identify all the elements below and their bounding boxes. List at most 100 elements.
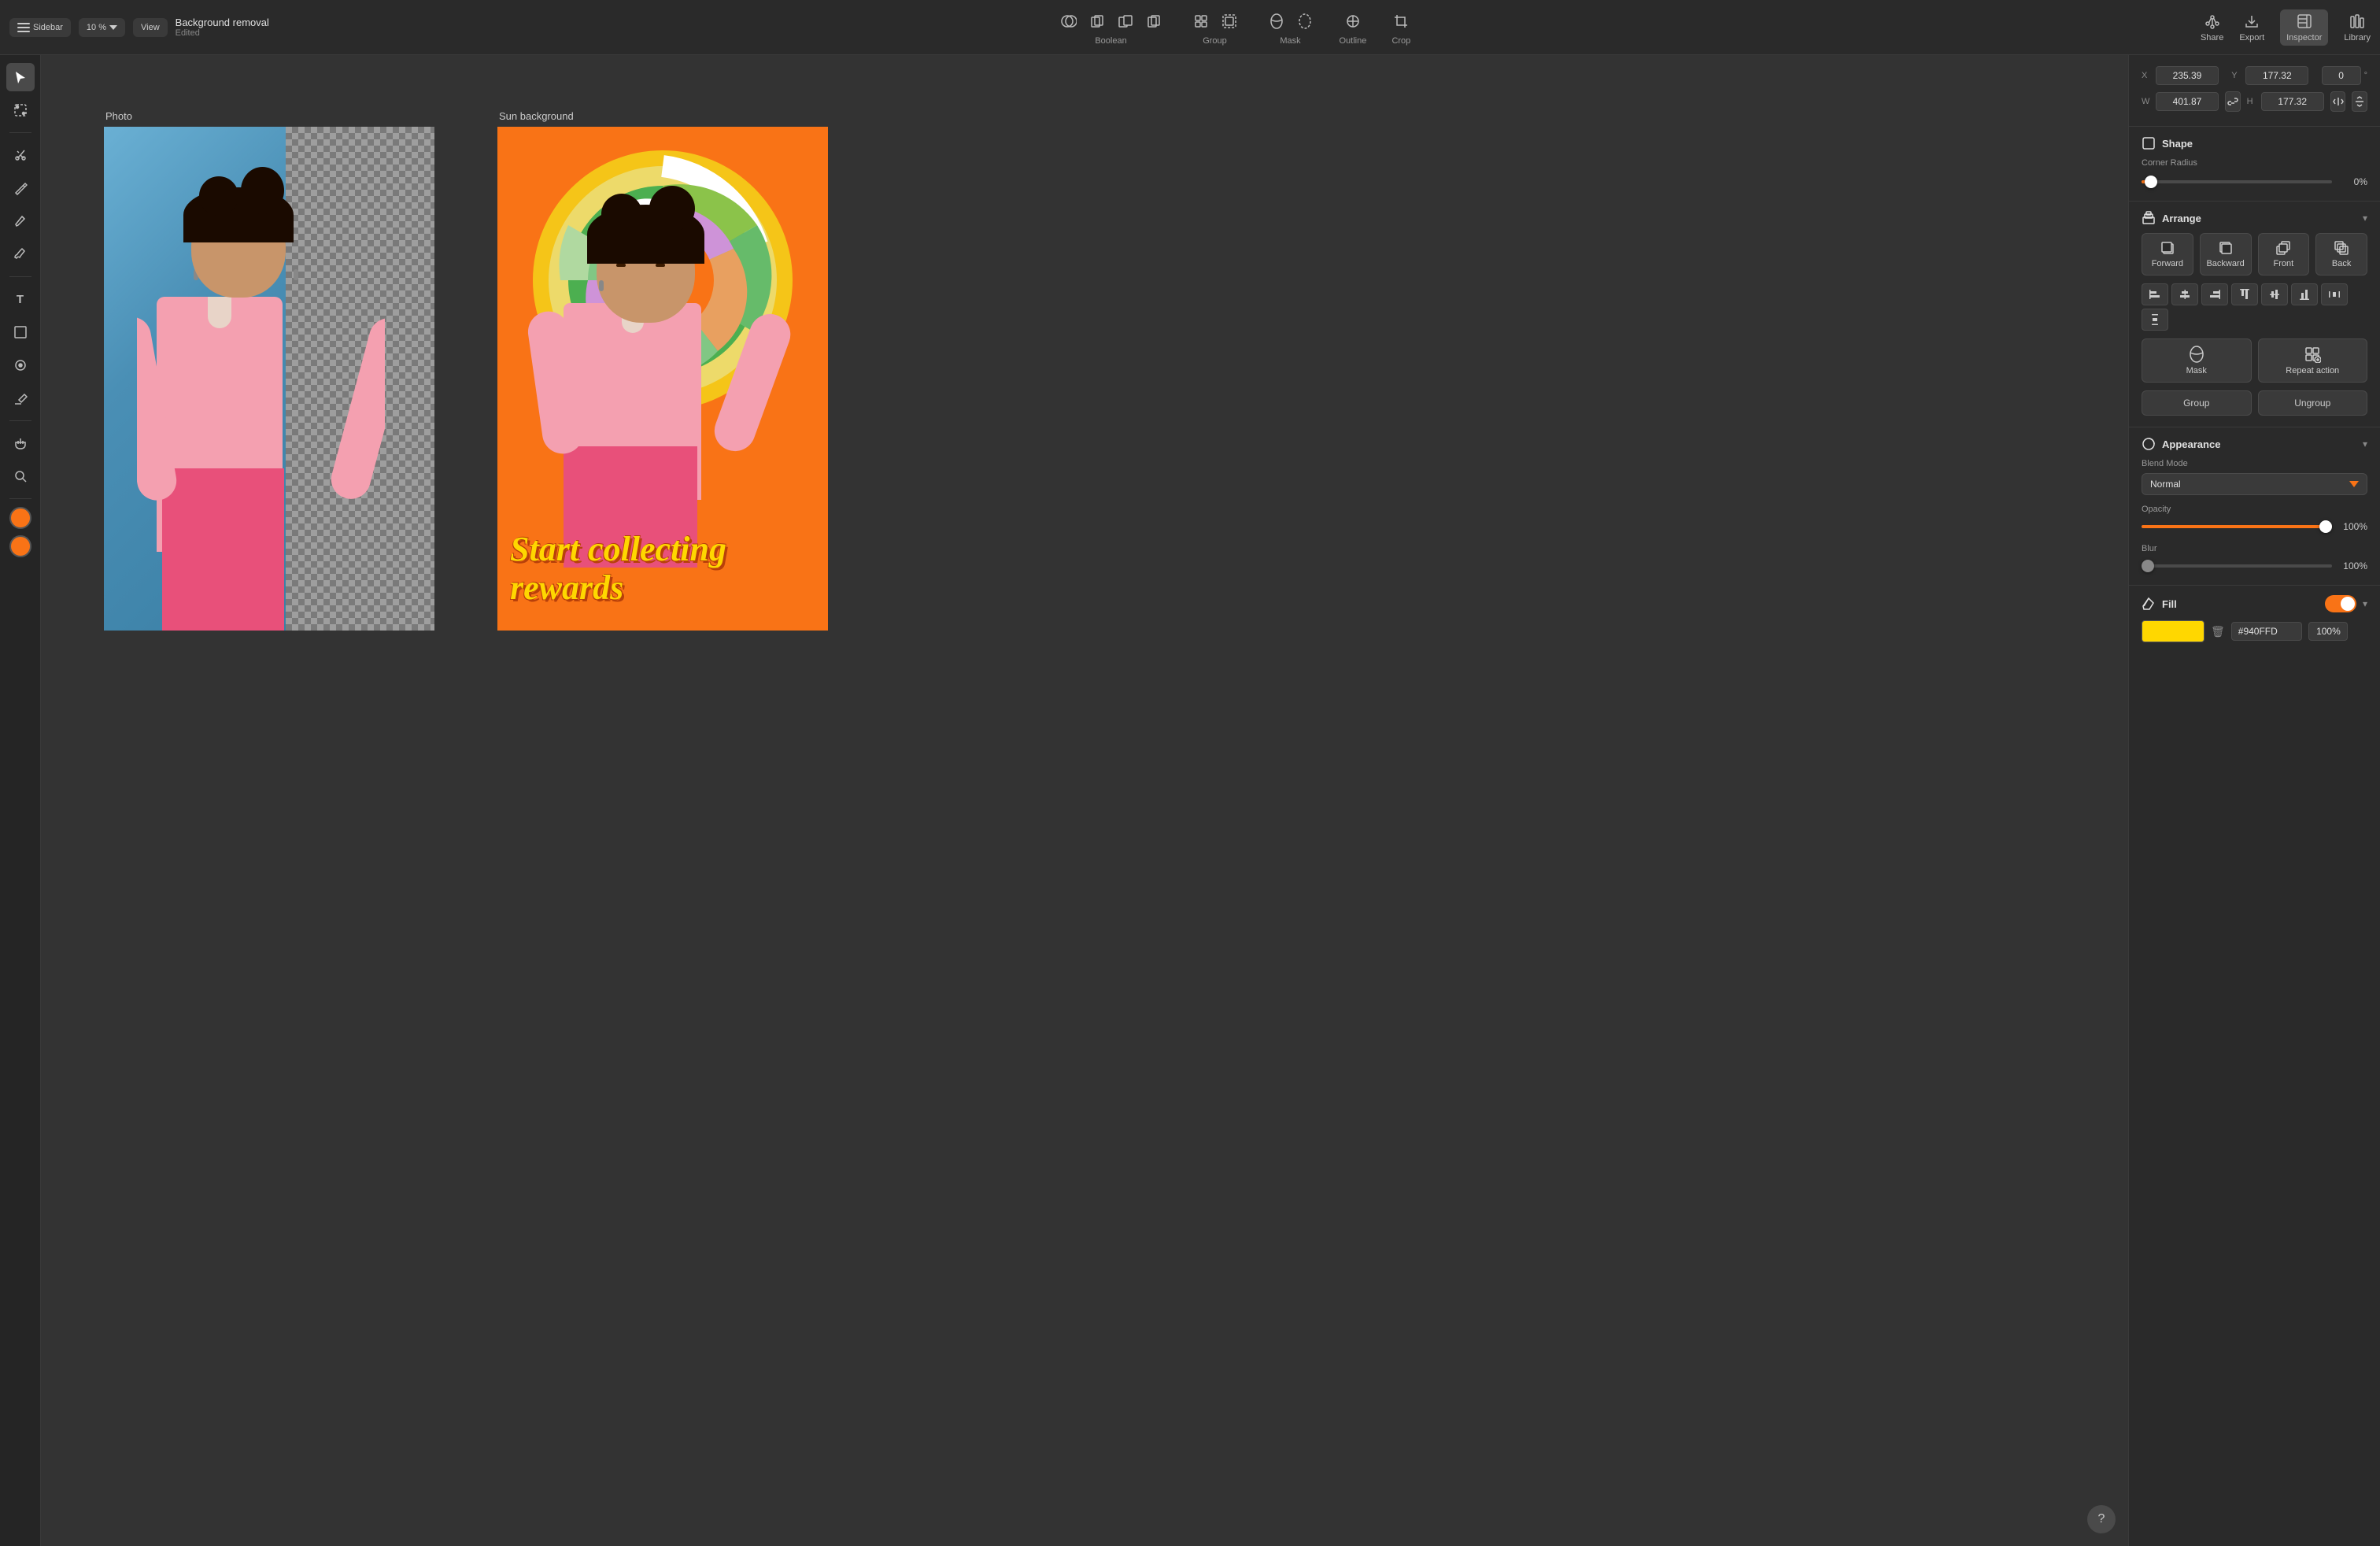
blend-mode-select[interactable]: Normal bbox=[2142, 473, 2367, 495]
back-button[interactable]: Back bbox=[2315, 233, 2367, 276]
group-objects-button[interactable]: Group bbox=[2142, 390, 2252, 416]
blur-slider[interactable] bbox=[2142, 558, 2332, 574]
outline-btn[interactable] bbox=[1340, 9, 1366, 34]
outline-icon bbox=[1345, 13, 1361, 29]
group-btn-1[interactable] bbox=[1188, 9, 1214, 34]
distribute-v-button[interactable] bbox=[2142, 309, 2168, 331]
align-row bbox=[2129, 283, 2380, 331]
text-tool[interactable]: T bbox=[6, 285, 35, 313]
opacity-slider-row: 100% bbox=[2142, 519, 2367, 534]
front-button[interactable]: Front bbox=[2258, 233, 2310, 276]
fill-section: Fill ▾ 🗑 bbox=[2129, 586, 2380, 653]
ungroup-objects-label: Ungroup bbox=[2294, 398, 2330, 409]
flip-h-button[interactable] bbox=[2330, 91, 2346, 112]
shape-header[interactable]: Shape bbox=[2129, 127, 2380, 158]
pencil-icon bbox=[13, 214, 28, 228]
eraser-tool[interactable] bbox=[6, 384, 35, 412]
fill-toggle[interactable] bbox=[2325, 595, 2356, 612]
corner-radius-thumb[interactable] bbox=[2145, 176, 2157, 188]
align-middle-button[interactable] bbox=[2261, 283, 2288, 305]
arrange-section: Arrange ▾ Forward bbox=[2129, 202, 2380, 427]
y-input[interactable] bbox=[2245, 66, 2308, 85]
export-icon bbox=[2243, 13, 2260, 30]
share-button[interactable]: Share bbox=[2201, 13, 2223, 43]
pos-size-section: X Y ° W bbox=[2129, 55, 2380, 127]
main-area: T bbox=[0, 55, 2380, 1546]
group-icons bbox=[1188, 9, 1242, 34]
forward-button[interactable]: Forward bbox=[2142, 233, 2193, 276]
opacity-slider[interactable] bbox=[2142, 519, 2332, 534]
align-right-button[interactable] bbox=[2201, 283, 2228, 305]
group-btn-2[interactable] bbox=[1217, 9, 1242, 34]
fill-delete-button[interactable]: 🗑 bbox=[2211, 625, 2225, 638]
ungroup-icon bbox=[1221, 13, 1237, 29]
align-bottom-button[interactable] bbox=[2291, 283, 2318, 305]
fill-hex-input[interactable] bbox=[2231, 622, 2302, 641]
opacity-fill bbox=[2142, 525, 2332, 528]
brush-tool[interactable] bbox=[6, 240, 35, 268]
pen-tool[interactable] bbox=[6, 174, 35, 202]
library-button[interactable]: Library bbox=[2344, 13, 2371, 43]
align-center-h-button[interactable] bbox=[2171, 283, 2198, 305]
ungroup-objects-button[interactable]: Ungroup bbox=[2258, 390, 2368, 416]
zoom-button[interactable]: 10 % bbox=[79, 18, 125, 37]
cut-tool[interactable] bbox=[6, 141, 35, 169]
boolean-btn-3[interactable] bbox=[1113, 9, 1138, 34]
corner-radius-value: 0% bbox=[2340, 176, 2367, 187]
arrange-header[interactable]: Arrange ▾ bbox=[2129, 202, 2380, 233]
mask-button[interactable]: Mask bbox=[2142, 338, 2252, 383]
fill-color-swatch[interactable] bbox=[2142, 620, 2204, 642]
backward-button[interactable]: Backward bbox=[2200, 233, 2252, 276]
zoom-tool[interactable] bbox=[6, 462, 35, 490]
blur-thumb[interactable] bbox=[2142, 560, 2154, 572]
hand-tool[interactable] bbox=[6, 429, 35, 457]
boolean-btn-1[interactable] bbox=[1056, 9, 1081, 34]
arrange-icon bbox=[2142, 211, 2156, 225]
opacity-thumb[interactable] bbox=[2319, 520, 2332, 533]
flip-v-button[interactable] bbox=[2352, 91, 2367, 112]
rotation-input[interactable] bbox=[2322, 66, 2361, 85]
lasso-select-tool[interactable] bbox=[6, 96, 35, 124]
canvas-content: Photo 0 100 200 300 400 500 600 bbox=[41, 55, 2128, 678]
inspector-button[interactable]: Inspector bbox=[2280, 9, 2328, 46]
align-top-button[interactable] bbox=[2231, 283, 2258, 305]
distribute-h-button[interactable] bbox=[2321, 283, 2348, 305]
pencil-tool[interactable] bbox=[6, 207, 35, 235]
fill-opacity-input[interactable] bbox=[2308, 622, 2348, 641]
repeat-action-button[interactable]: Repeat action bbox=[2258, 338, 2368, 383]
help-button[interactable]: ? bbox=[2087, 1505, 2116, 1533]
color-swatch-primary[interactable] bbox=[9, 507, 31, 529]
y-label: Y bbox=[2231, 71, 2242, 80]
sun-artboard-frame[interactable]: 0 100 200 300 400 500 600 100 200 300 40… bbox=[497, 127, 828, 631]
boolean-btn-2[interactable] bbox=[1085, 9, 1110, 34]
export-button[interactable]: Export bbox=[2239, 13, 2264, 43]
w-input[interactable] bbox=[2156, 92, 2219, 111]
sidebar-button[interactable]: Sidebar bbox=[9, 18, 71, 37]
boolean-btn-4[interactable] bbox=[1141, 9, 1166, 34]
back-icon bbox=[2334, 240, 2349, 256]
appearance-header[interactable]: Appearance ▾ bbox=[2129, 427, 2380, 459]
crop-btn[interactable] bbox=[1388, 9, 1414, 34]
backward-label: Backward bbox=[2206, 259, 2244, 268]
link-proportions-button[interactable] bbox=[2225, 91, 2241, 112]
h-input[interactable] bbox=[2261, 92, 2324, 111]
x-input[interactable] bbox=[2156, 66, 2219, 85]
arrange-title-group: Arrange bbox=[2142, 211, 2201, 225]
color-swatch-secondary[interactable] bbox=[9, 535, 31, 557]
fill-select-tool[interactable] bbox=[6, 351, 35, 379]
shape-tool[interactable] bbox=[6, 318, 35, 346]
mask-btn-1[interactable] bbox=[1264, 9, 1289, 34]
select-tool[interactable] bbox=[6, 63, 35, 91]
boolean-subtract-icon bbox=[1118, 13, 1133, 29]
forward-label: Forward bbox=[2152, 259, 2183, 268]
view-button[interactable]: View bbox=[133, 18, 168, 37]
pos-row-1: X Y ° bbox=[2142, 66, 2367, 85]
photo-artboard-frame[interactable]: 0 100 200 300 400 500 600 100 200 300 bbox=[104, 127, 434, 631]
canvas-area[interactable]: Photo 0 100 200 300 400 500 600 bbox=[41, 55, 2128, 1546]
mask-btn-2[interactable] bbox=[1292, 9, 1318, 34]
corner-radius-slider[interactable] bbox=[2142, 174, 2332, 190]
help-icon: ? bbox=[2098, 1512, 2105, 1526]
align-left-button[interactable] bbox=[2142, 283, 2168, 305]
group-objects-label: Group bbox=[2183, 398, 2209, 409]
fill-icon bbox=[2142, 597, 2156, 611]
